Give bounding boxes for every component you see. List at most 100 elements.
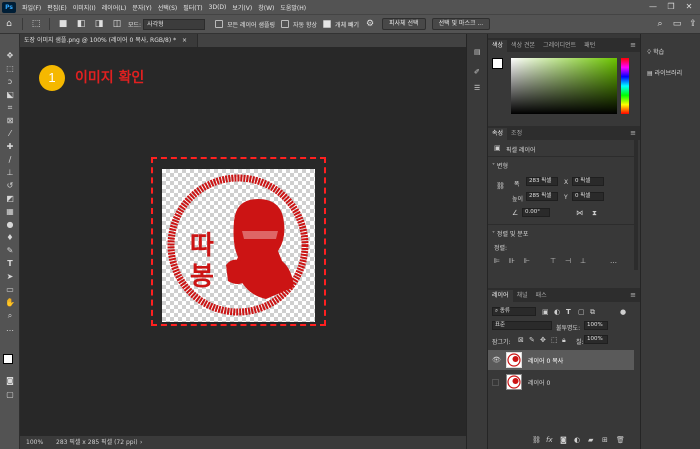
hue-slider[interactable] [621,58,629,114]
opacity-field[interactable]: 100% [584,321,608,330]
mode-select[interactable]: 사각형 [143,18,206,30]
eyedropper-tool-icon[interactable]: ⁄ [4,129,16,139]
angle-field[interactable]: 0.00° [522,208,550,217]
blur-tool-icon[interactable]: ● [4,220,16,230]
align-center-h-icon[interactable]: ⊪ [509,257,515,265]
menu-file[interactable]: 파일(F) [19,3,44,12]
screen-mode-icon[interactable]: ▢ [4,390,16,400]
status-arrow-icon[interactable]: › [140,436,142,449]
menu-layer[interactable]: 레이어(L) [99,3,130,12]
color-field[interactable] [511,58,617,114]
filter-adjust-icon[interactable]: ◐ [554,308,560,316]
filter-pixel-icon[interactable]: ▣ [542,308,549,316]
layer-row[interactable]: 레이어 0 [488,372,634,392]
flip-vertical-icon[interactable]: ⧗ [592,209,597,217]
object-selection-tool-icon[interactable]: ⬕ [4,90,16,100]
lock-position-icon[interactable]: ✥ [540,336,546,344]
enhance-edge-checkbox[interactable] [281,20,290,28]
align-right-icon[interactable]: ⊩ [524,257,530,265]
gradient-tool-icon[interactable]: ▦ [4,207,16,217]
lock-artboard-icon[interactable]: ⬚ [551,336,558,344]
tab-properties[interactable]: 속성 [488,128,508,140]
object-select-tool-icon[interactable]: ⬚ [30,18,42,30]
workspace-icon[interactable]: ▭ [671,18,683,30]
shape-tool-icon[interactable]: ▭ [4,285,16,295]
panel-menu-icon[interactable]: ≡ [630,129,636,137]
tab-patterns[interactable]: 패턴 [580,40,599,52]
align-bottom-icon[interactable]: ⊥ [580,257,586,265]
lock-pixels-icon[interactable]: ✎ [529,336,535,344]
eraser-tool-icon[interactable]: ◩ [4,194,16,204]
close-window-button[interactable]: ✕ [680,0,698,14]
crop-tool-icon[interactable]: ⌗ [4,103,16,113]
select-and-mask-button[interactable]: 선택 및 마스크 ... [431,18,491,30]
add-mask-icon[interactable]: ◙ [560,436,567,444]
layer-filter-select[interactable]: ⌕ 종류 [492,307,536,316]
height-field[interactable]: 285 픽셀 [526,192,558,201]
home-icon[interactable]: ⌂ [3,18,15,30]
healing-brush-tool-icon[interactable]: ✚ [4,142,16,152]
menu-image[interactable]: 이미지(I) [70,3,99,12]
align-left-icon[interactable]: ⊫ [494,257,500,265]
close-tab-icon[interactable]: × [182,37,187,44]
align-top-icon[interactable]: ⊤ [550,257,556,265]
filter-smart-icon[interactable]: ⧉ [590,308,595,316]
lasso-tool-icon[interactable]: ↄ [4,77,16,87]
path-selection-tool-icon[interactable]: ➤ [4,272,16,282]
more-tools-icon[interactable]: … [4,324,16,334]
visibility-toggle[interactable] [492,379,499,386]
frame-tool-icon[interactable]: ⊠ [4,116,16,126]
zoom-level[interactable]: 100% [26,436,43,449]
layer-style-icon[interactable]: fx [546,436,553,444]
tab-color[interactable]: 색상 [488,40,508,52]
clone-stamp-tool-icon[interactable]: ⊥ [4,168,16,178]
flip-horizontal-icon[interactable]: ⋈ [576,209,583,217]
align-middle-v-icon[interactable]: ⊣ [565,257,571,265]
pen-tool-icon[interactable]: ✎ [4,246,16,256]
object-subtract-checkbox[interactable] [323,20,332,28]
eye-icon[interactable]: 👁︎ [492,356,501,364]
menu-help[interactable]: 도움말(H) [277,3,309,12]
libraries-item[interactable]: ▤ 라이브러리 [647,68,682,77]
document-tab[interactable]: 도장 이미지 샘플.png @ 100% (레이어 0 복사, RGB/8) *… [20,34,198,47]
link-icon[interactable]: ⛓ [496,182,505,190]
zoom-tool-icon[interactable]: ⌕ [4,311,16,321]
filter-type-icon[interactable]: T [566,308,571,316]
new-layer-icon[interactable]: ⊞ [602,436,608,444]
menu-filter[interactable]: 필터(T) [180,3,205,12]
tab-layers[interactable]: 레이어 [488,290,513,302]
restore-button[interactable]: ❐ [662,0,680,14]
search-icon[interactable]: ⌕ [654,18,666,30]
transform-header[interactable]: ˅ 변형 [492,161,508,170]
properties-scrollbar[interactable] [634,140,638,270]
hand-tool-icon[interactable]: ✋ [4,298,16,308]
canvas-area[interactable]: 1 이미지 확인 따 봉 [20,47,466,436]
foreground-color-swatch[interactable] [3,354,13,364]
menu-3d[interactable]: 3D(D) [206,4,230,11]
panel-menu-icon[interactable]: ≡ [630,41,636,49]
filter-shape-icon[interactable]: ▢ [578,308,585,316]
blend-mode-select[interactable]: 표준 [492,321,552,330]
intersect-selection-icon[interactable]: ◫ [111,18,123,30]
learn-item[interactable]: 💡︎ 학습 [647,47,664,57]
adjustment-layer-icon[interactable]: ◐ [574,436,580,444]
sample-all-layers-checkbox[interactable] [215,20,224,28]
dodge-tool-icon[interactable]: ♦ [4,233,16,243]
minimize-button[interactable]: — [644,0,662,14]
x-field[interactable]: 0 픽셀 [572,177,604,186]
fill-field[interactable]: 100% [584,335,608,344]
history-brush-tool-icon[interactable]: ↺ [4,181,16,191]
adjust-icon[interactable]: ☰ [474,84,480,92]
tab-channels[interactable]: 채널 [513,290,532,302]
quick-mask-icon[interactable]: ◙ [4,376,16,386]
tab-paths[interactable]: 패스 [532,290,551,302]
brush-settings-icon[interactable]: ✐ [474,68,480,76]
marquee-tool-icon[interactable]: ⬚ [4,64,16,74]
select-subject-button[interactable]: 피사체 선택 [382,18,426,30]
menu-edit[interactable]: 편집(E) [44,3,70,12]
menu-window[interactable]: 창(W) [255,3,277,12]
panel-menu-icon[interactable]: ≡ [630,291,636,299]
history-icon[interactable]: ▤ [474,48,481,56]
type-tool-icon[interactable]: T [4,259,16,269]
tab-swatches[interactable]: 색상 견본 [507,40,539,52]
